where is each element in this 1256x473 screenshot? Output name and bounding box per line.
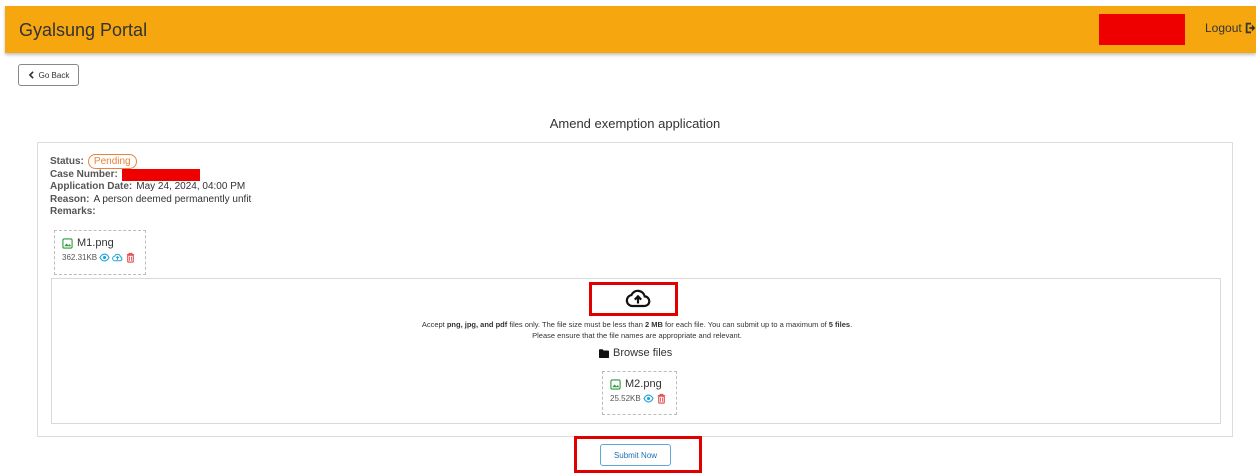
file-names-note: Please ensure that the file names are ap… [532,331,742,340]
logout-label: Logout [1205,21,1242,35]
trash-icon[interactable] [656,393,667,404]
remarks-label: Remarks: [50,206,96,217]
application-date-label: Application Date: [50,181,133,192]
logout-icon [1245,22,1256,34]
browse-files-label: Browse files [613,347,673,359]
redacted-case-number [121,168,200,181]
go-back-label: Go Back [38,70,70,80]
brand-title: Gyalsung Portal [19,20,148,40]
browse-files-button[interactable]: Browse files [599,347,672,359]
application-card: Status: Pending Case Number: Application… [37,142,1233,437]
case-number-label: Case Number: [50,168,118,180]
upload-instructions: Accept png, jpg, and pdf files only. The… [52,319,1222,341]
page-title: Amend exemption application [549,116,721,131]
new-file-name: M2.png [625,378,662,390]
remarks-row: Remarks: [50,206,251,219]
top-header: Gyalsung Portal Logout [5,6,1256,53]
application-date-value: May 24, 2024, 04:00 PM [136,181,246,192]
reason-label: Reason: [50,193,90,205]
folder-icon [599,348,609,358]
application-details: Status: Pending Case Number: Application… [50,153,251,219]
status-badge: Pending [87,153,137,169]
existing-file-size: 362.31KB [62,253,98,262]
existing-file-name: M1.png [77,237,114,249]
go-back-button[interactable]: Go Back [18,64,79,86]
chevron-left-icon [28,71,34,79]
max-file-count: 5 files [828,320,851,329]
reason-row: Reason: A person deemed permanently unfi… [50,194,251,207]
image-file-icon [610,378,621,390]
case-number-row: Case Number: [50,169,251,182]
status-label: Status: [50,156,84,167]
trash-icon[interactable] [125,252,136,263]
status-row: Status: Pending [50,153,251,169]
application-date-row: Application Date: May 24, 2024, 04:00 PM [50,181,251,194]
upload-icon-highlight [589,282,678,316]
cloud-upload-icon[interactable] [112,252,123,263]
logout-button[interactable]: Logout [1205,21,1256,35]
accepted-file-types: png, jpg, and pdf [446,320,508,329]
max-file-size: 2 MB [644,320,663,329]
redacted-user-name [1099,14,1185,45]
existing-file-card: M1.png 362.31KB [54,230,146,275]
file-dropzone[interactable]: Accept png, jpg, and pdf files only. The… [51,278,1221,424]
image-file-icon [62,237,73,249]
eye-icon[interactable] [99,252,110,263]
new-file-card: M2.png 25.52KB [602,371,677,415]
submit-now-button[interactable]: Submit Now [600,444,671,466]
reason-value: A person deemed permanently unfit [93,193,252,205]
eye-icon[interactable] [642,393,654,404]
new-file-size: 25.52KB [610,394,641,403]
